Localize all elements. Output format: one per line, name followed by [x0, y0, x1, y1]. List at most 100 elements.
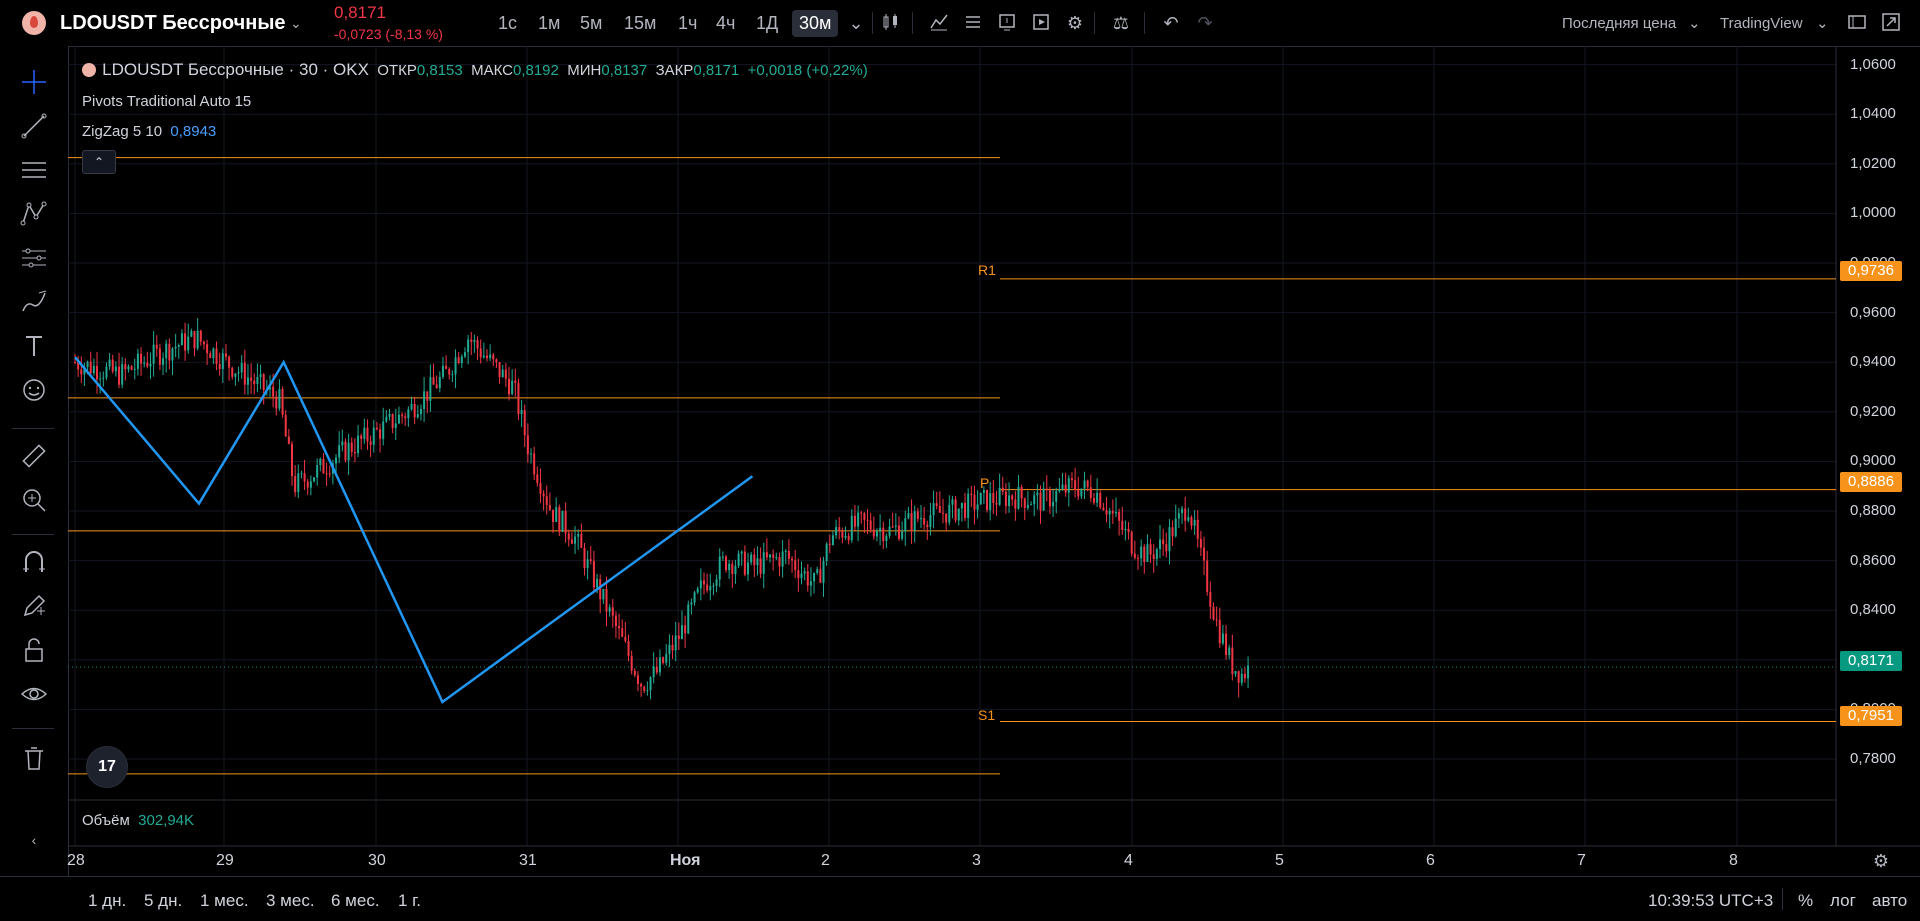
time-axis-tick: 8 — [1729, 852, 1738, 869]
candle-body — [1083, 480, 1086, 489]
candle-body — [1190, 517, 1193, 526]
candle-body — [306, 481, 309, 488]
candle-body — [875, 530, 878, 537]
legend-close-label: ЗАКР — [655, 62, 694, 79]
candle-body — [869, 520, 872, 530]
zigzag-indicator[interactable]: ZigZag 5 10 0,8943 — [82, 123, 216, 140]
time-axis-tick: 30 — [368, 852, 386, 869]
candle-body — [303, 473, 306, 482]
candle-body — [935, 503, 938, 506]
candle-body — [1004, 491, 1007, 506]
legend-title[interactable]: LDOUSDT Бессрочные · 30 · OKX — [102, 60, 369, 79]
auto-toggle[interactable]: авто — [1872, 891, 1907, 911]
candle-body — [1064, 484, 1067, 493]
candle-body — [89, 361, 92, 374]
candle-body — [687, 604, 690, 634]
candle-body — [397, 414, 400, 424]
clock-timezone[interactable]: 10:39:53 UTC+3 — [1648, 891, 1773, 911]
candle-body — [287, 436, 290, 444]
candle-body — [627, 641, 630, 656]
candle-body — [215, 348, 218, 364]
candle-body — [379, 429, 382, 439]
candle-body — [1061, 484, 1064, 489]
range-1y[interactable]: 1 г. — [398, 891, 421, 911]
pivots-indicator-label[interactable]: Pivots Traditional Auto 15 — [82, 93, 251, 110]
percent-toggle[interactable]: % — [1798, 891, 1813, 911]
candle-body — [901, 531, 904, 539]
price-axis-tick: 1,0200 — [1850, 154, 1896, 172]
candle-body — [347, 442, 350, 461]
candle-body — [155, 344, 158, 349]
range-1d[interactable]: 1 дн. — [88, 891, 126, 911]
candle-body — [743, 551, 746, 575]
range-3m[interactable]: 3 мес. — [266, 891, 315, 911]
log-toggle[interactable]: лог — [1830, 891, 1856, 911]
candle-body — [1234, 671, 1237, 674]
candle-body — [1243, 673, 1246, 679]
candle-body — [492, 354, 495, 360]
candle-body — [457, 357, 460, 364]
candle-body — [800, 573, 803, 579]
candle-body — [1215, 619, 1218, 621]
candle-body — [234, 373, 237, 377]
candle-body — [791, 558, 794, 561]
candle-body — [841, 531, 844, 538]
chart-settings-gear-icon[interactable]: ⚙ — [1870, 850, 1892, 872]
candle-body — [1218, 620, 1221, 644]
candle-body — [1203, 547, 1206, 561]
candle-body — [1221, 633, 1224, 644]
candle-body — [228, 356, 231, 368]
candle-body — [772, 554, 775, 558]
time-axis-tick: 4 — [1124, 852, 1133, 869]
candle-body — [740, 551, 743, 554]
candle-body — [256, 377, 259, 385]
price-axis-tick: 1,0600 — [1850, 55, 1896, 73]
candle-body — [1146, 544, 1149, 562]
range-5d[interactable]: 5 дн. — [144, 891, 182, 911]
range-1m[interactable]: 1 мес. — [200, 891, 249, 911]
candle-body — [614, 615, 617, 627]
candle-body — [964, 502, 967, 518]
candle-body — [636, 675, 639, 684]
candle-body — [476, 340, 479, 349]
candle-body — [674, 635, 677, 651]
range-6m[interactable]: 6 мес. — [331, 891, 380, 911]
volume-indicator[interactable]: Объём 302,94K — [82, 812, 194, 829]
candle-body — [316, 465, 319, 478]
candle-body — [1206, 560, 1209, 592]
p-label: P — [980, 475, 990, 491]
candle-body — [1168, 527, 1171, 552]
candle-body — [404, 416, 407, 419]
tradingview-logo-icon[interactable]: 17 — [86, 746, 128, 788]
candle-body — [1212, 606, 1215, 620]
candle-body — [309, 481, 312, 488]
candle-body — [863, 513, 866, 520]
legend-high-label: МАКС — [471, 62, 513, 79]
candle-body — [96, 365, 99, 380]
s1-label: S1 — [978, 707, 996, 723]
candle-body — [652, 666, 655, 678]
candle-body — [1039, 492, 1042, 511]
price-chart[interactable] — [0, 0, 1920, 920]
candle-body — [375, 427, 378, 430]
legend-open: 0,8153 — [416, 62, 463, 79]
candle-body — [300, 473, 303, 475]
candle-body — [177, 345, 180, 347]
candle-body — [872, 529, 875, 537]
price-axis-tick: 0,9200 — [1850, 402, 1896, 420]
candle-body — [756, 558, 759, 566]
candle-body — [1171, 527, 1174, 537]
candle-body — [118, 366, 121, 385]
candle-body — [995, 502, 998, 505]
candle-body — [1036, 492, 1039, 496]
candle-body — [501, 369, 504, 378]
collapse-legend-button[interactable]: ⌃ — [82, 150, 116, 174]
candle-body — [508, 378, 511, 395]
candle-body — [599, 578, 602, 600]
candle-body — [1033, 495, 1036, 505]
candle-body — [322, 458, 325, 474]
candle-body — [99, 378, 102, 380]
candle-body — [894, 525, 897, 527]
candle-body — [608, 607, 611, 612]
candle-body — [460, 356, 463, 364]
